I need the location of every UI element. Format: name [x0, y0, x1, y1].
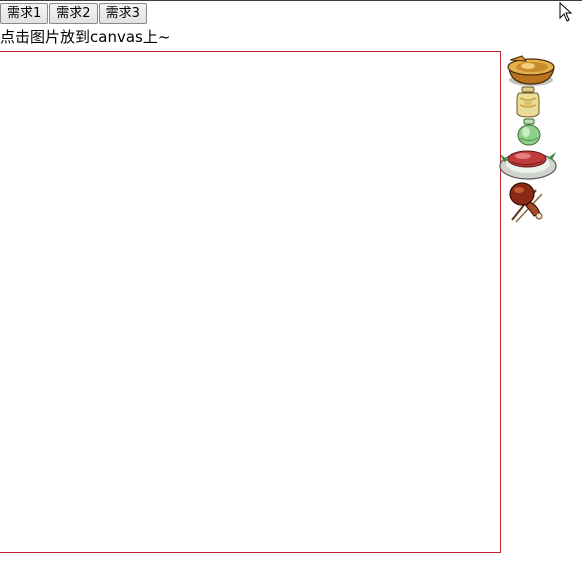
window-top-border [0, 0, 582, 1]
instruction-text: 点击图片放到canvas上~ [0, 28, 171, 46]
requirement-toolbar: 需求1 需求2 需求3 [0, 3, 148, 24]
bread-bowl-icon[interactable] [504, 52, 558, 88]
requirement-2-button[interactable]: 需求2 [49, 3, 98, 24]
food-image-palette [498, 50, 558, 230]
green-jar-icon[interactable] [516, 118, 542, 146]
roast-drumstick-icon[interactable] [506, 180, 548, 224]
mouse-pointer-icon [559, 2, 573, 22]
requirement-3-button[interactable]: 需求3 [98, 3, 147, 24]
meat-plate-icon[interactable] [498, 144, 558, 182]
drawing-canvas[interactable] [0, 51, 501, 553]
requirement-1-button[interactable]: 需求1 [0, 3, 49, 24]
yellow-jar-icon[interactable] [515, 86, 541, 118]
